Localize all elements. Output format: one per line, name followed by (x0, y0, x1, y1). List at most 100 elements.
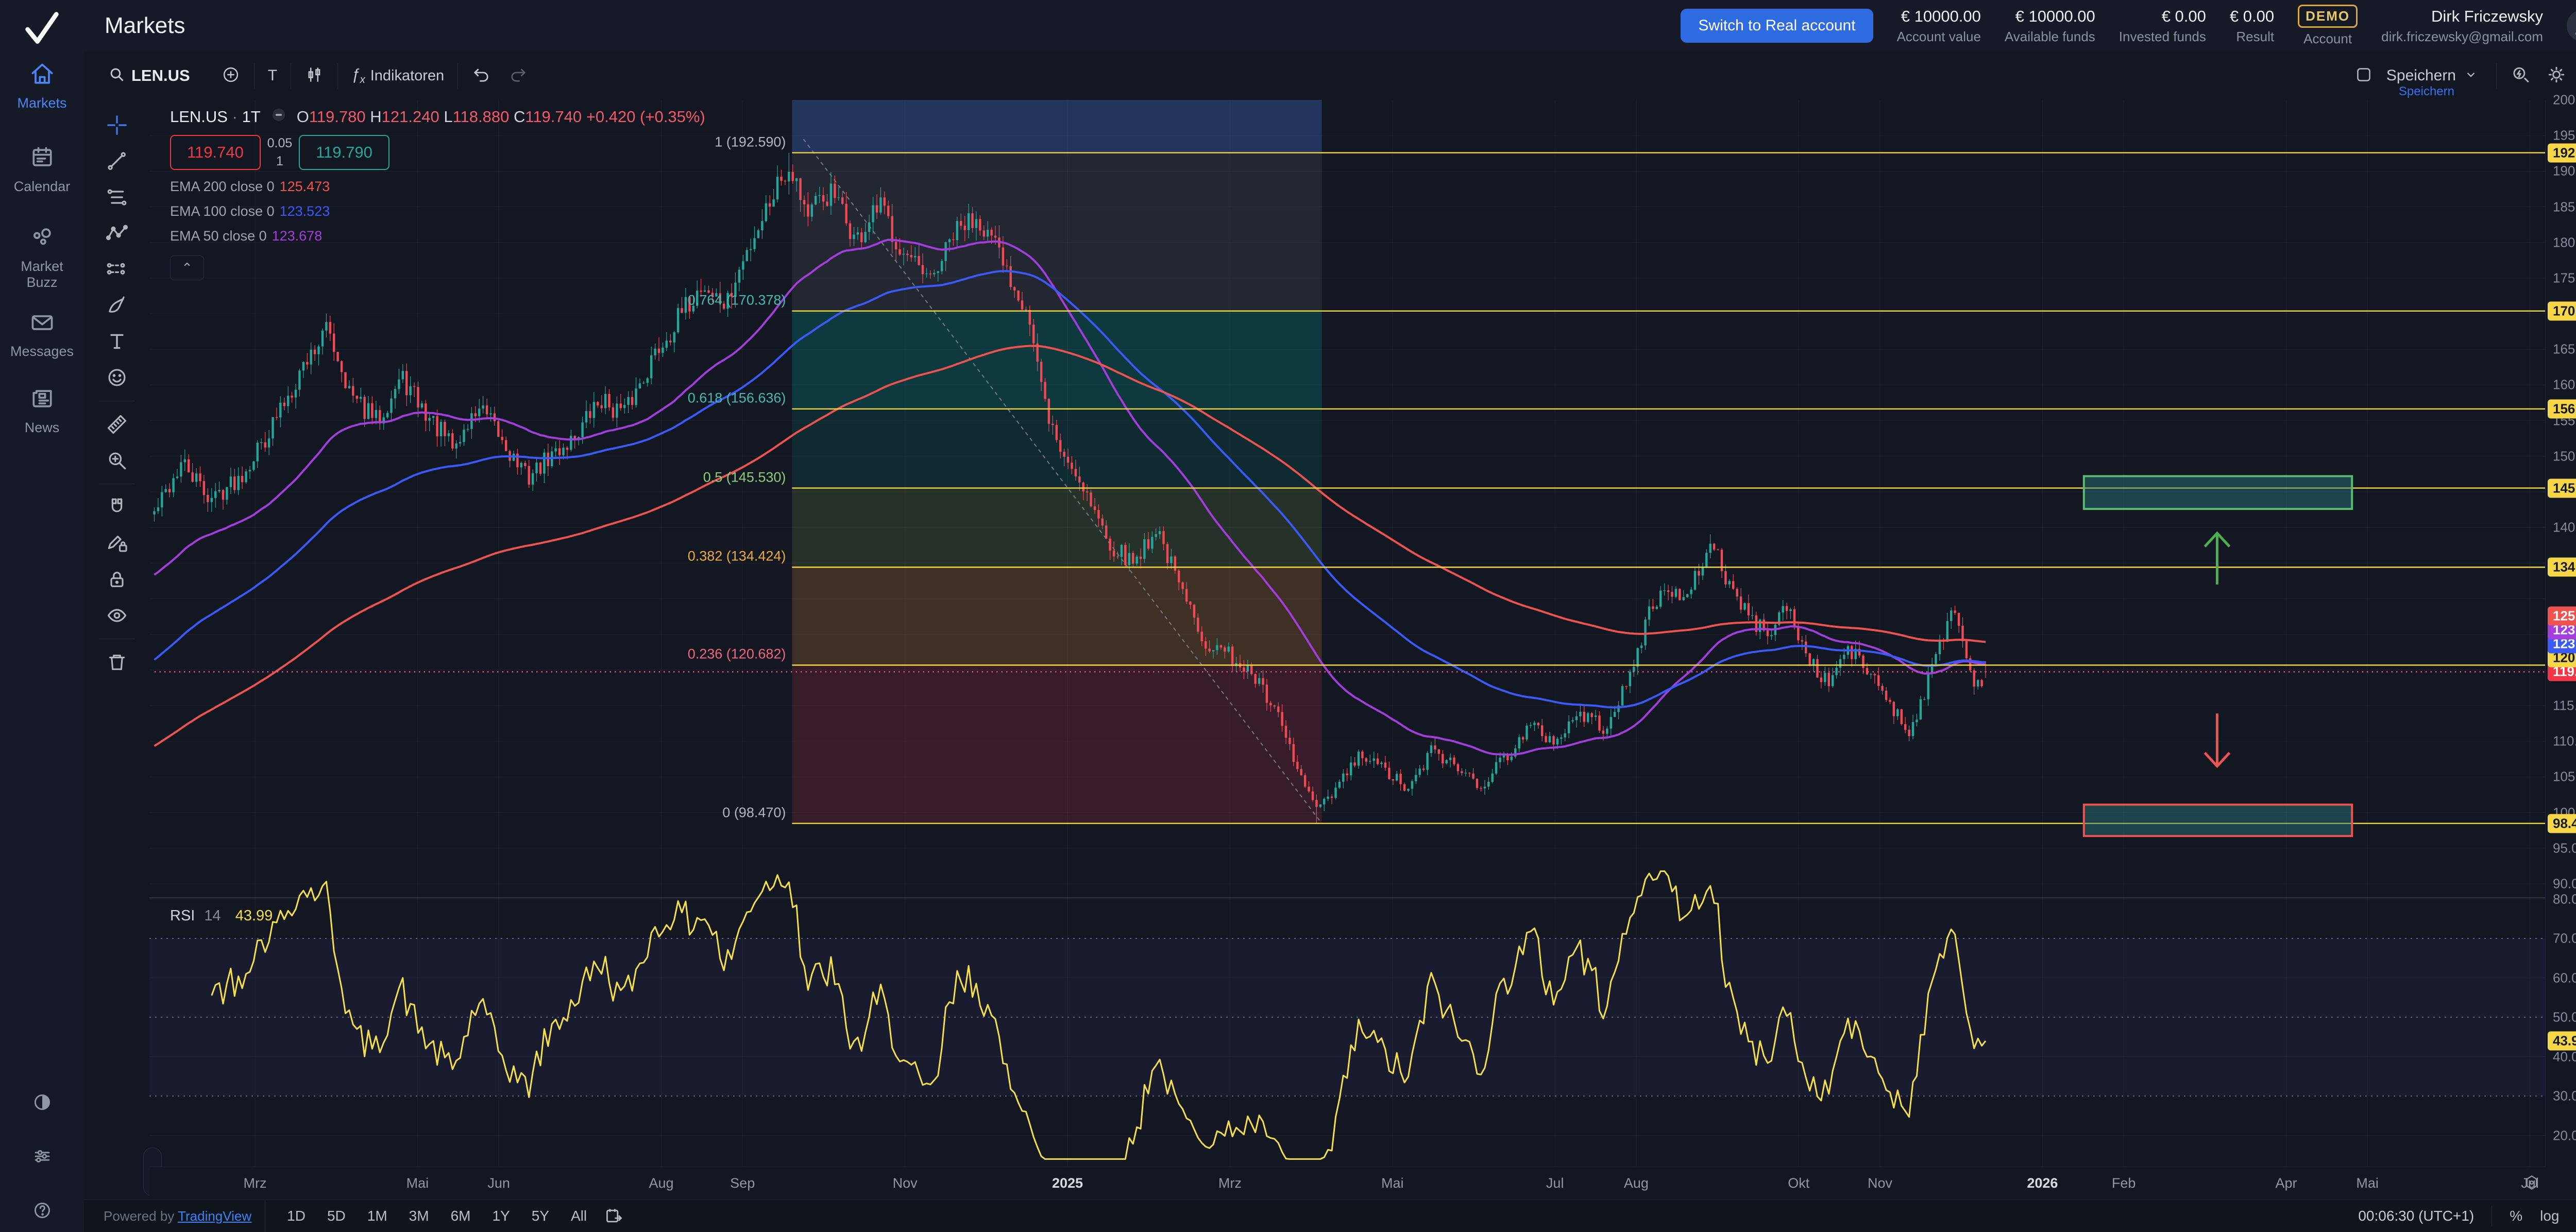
sidebar-item-messages[interactable]: Messages (0, 309, 84, 360)
ema-legend: EMA 200 close 0125.473 EMA 100 close 0123… (170, 179, 705, 244)
scale-log[interactable]: log (2540, 1208, 2559, 1224)
chart-style-button[interactable] (304, 65, 324, 87)
time-tick-Jul: Jul (2521, 1175, 2539, 1191)
candlestick-style-icon (304, 65, 324, 87)
stat-label: Available funds (2005, 29, 2095, 45)
layout-checkbox[interactable] (2354, 65, 2373, 87)
price-tick: 95.000 (2553, 840, 2576, 856)
symbol-label: LEN.US (131, 66, 190, 85)
price-tick: 195.000 (2553, 128, 2576, 144)
fx-icon: ƒx (351, 66, 365, 86)
price-tick: 190.000 (2553, 163, 2576, 179)
fib-label-0.5: 0.5 (145.530) (0, 469, 786, 485)
text-tool[interactable] (99, 323, 135, 360)
envelope-icon (29, 309, 56, 339)
range-5y[interactable]: 5Y (523, 1204, 557, 1228)
symbol-search[interactable]: LEN.US (108, 65, 190, 87)
sidebar-item-label: Messages (10, 344, 74, 360)
sidebar-item-label: News (25, 420, 60, 436)
price-tick: 140.000 (2553, 520, 2576, 536)
settings-sliders-icon[interactable] (0, 1146, 84, 1167)
price-axis[interactable]: 200.000195.000190.000185.000180.000175.0… (2545, 100, 2576, 1167)
account-summary: Switch to Real account € 10000.00Account… (1681, 0, 2576, 52)
powered-by-label: Powered by TradingView (104, 1208, 251, 1224)
undo-icon (471, 65, 491, 87)
ohlc-values: O119.780 H121.240 L118.880 C119.740 +0.4… (297, 108, 705, 126)
search-icon (108, 65, 126, 87)
save-button[interactable]: Speichern (2386, 67, 2456, 84)
help-icon[interactable] (0, 1200, 84, 1221)
legend-symbol[interactable]: LEN.US · 1T (170, 108, 261, 126)
compare-add-button[interactable] (221, 65, 241, 87)
chevron-down-icon[interactable] (2463, 67, 2479, 85)
ema-undefined-legend[interactable]: EMA 200 close 0125.473 (170, 179, 705, 195)
undo-button[interactable] (471, 65, 491, 87)
rsi-tick: 60.00 (2553, 970, 2576, 986)
chart-toolbar: LEN.US T ƒx Indikatoren Speichern Speich… (84, 52, 2576, 100)
rsi-tick: 30.00 (2553, 1088, 2576, 1104)
fib-label-0.382: 0.382 (134.424) (0, 549, 786, 564)
fib-retracement-tool[interactable] (99, 179, 135, 215)
magnet-tool[interactable] (99, 489, 135, 525)
time-axis[interactable]: MrzMaiJunAugSepNov2025MrzMaiJulAugOktNov… (149, 1167, 2545, 1201)
lock-all-tool[interactable] (99, 561, 135, 597)
hide-all-tool[interactable] (99, 597, 135, 634)
stat-invested-funds: € 0.00Invested funds (2119, 7, 2206, 45)
time-tick-Mai: Mai (406, 1175, 429, 1191)
switch-to-real-account-button[interactable]: Switch to Real account (1681, 9, 1873, 43)
ema-undefined-legend[interactable]: EMA 50 close 0123.678 (170, 228, 705, 244)
range-6m[interactable]: 6M (443, 1204, 479, 1228)
rsi-value-label: 43.99 (2548, 1031, 2576, 1050)
sidebar-item-market-buzz[interactable]: Market Buzz (0, 224, 84, 290)
sidebar-item-label: Markets (17, 95, 66, 111)
ruler-tool[interactable] (99, 406, 135, 442)
range-5d[interactable]: 5D (319, 1204, 354, 1228)
range-all[interactable]: All (563, 1204, 595, 1228)
range-1d[interactable]: 1D (279, 1204, 314, 1228)
time-tick-Mrz: Mrz (244, 1175, 267, 1191)
gear-icon[interactable] (2546, 64, 2567, 88)
time-tick-Aug: Aug (1624, 1175, 1649, 1191)
sidebar-item-markets[interactable]: Markets (0, 61, 84, 111)
fib-label-0.764: 0.764 (170.378) (0, 292, 786, 308)
broker-logo-icon[interactable] (19, 9, 64, 52)
time-tick-Mai: Mai (2356, 1175, 2379, 1191)
ema-undefined-legend[interactable]: EMA 100 close 0123.523 (170, 203, 705, 219)
range-3m[interactable]: 3M (401, 1204, 437, 1228)
home-icon (29, 61, 56, 91)
time-tick-Feb: Feb (2112, 1175, 2136, 1191)
fib-label-0.618: 0.618 (156.636) (0, 390, 786, 406)
price-label-156.636: 156.636 (2548, 399, 2576, 418)
stat-value: € 10000.00 (2015, 7, 2095, 26)
redo-button[interactable] (509, 65, 528, 87)
legend-collapse-button[interactable]: ⌃ (170, 255, 204, 280)
time-tick-Aug: Aug (649, 1175, 673, 1191)
range-1y[interactable]: 1Y (484, 1204, 518, 1228)
interval-button[interactable]: T (268, 67, 277, 84)
scale-%[interactable]: % (2510, 1208, 2522, 1224)
avatar[interactable] (2567, 10, 2576, 42)
goto-date-button[interactable] (604, 1206, 624, 1226)
sidebar-item-calendar[interactable]: Calendar (0, 144, 84, 195)
clock-label[interactable]: 00:06:30 (UTC+1) (2358, 1208, 2474, 1224)
redo-icon (509, 65, 528, 87)
projection-tool[interactable] (99, 251, 135, 287)
user-info[interactable]: Dirk Friczewsky dirk.friczewsky@gmail.co… (2381, 7, 2543, 45)
price-label-98.470: 98.470 (2548, 814, 2576, 833)
source-toggle-icon[interactable] (270, 106, 287, 128)
pattern-tool[interactable] (99, 215, 135, 251)
price-tick: 110.000 (2553, 733, 2576, 749)
time-tick-Mai: Mai (1381, 1175, 1404, 1191)
fib-label-1: 1 (192.590) (0, 134, 786, 150)
indicators-button[interactable]: ƒx Indikatoren (351, 66, 444, 86)
range-1m[interactable]: 1M (359, 1204, 396, 1228)
tradingview-link[interactable]: TradingView (178, 1208, 251, 1224)
flash-search-icon[interactable] (2510, 64, 2531, 88)
rsi-tick: 50.00 (2553, 1009, 2576, 1025)
sidebar-item-label: Market Buzz (21, 259, 63, 290)
theme-contrast-icon[interactable] (0, 1092, 84, 1113)
price-tick: 150.000 (2553, 448, 2576, 464)
price-label-145.530: 145.530 (2548, 478, 2576, 498)
stat-available-funds: € 10000.00 Available funds (2005, 7, 2095, 45)
fib-label-0: 0 (98.470) (0, 805, 786, 820)
